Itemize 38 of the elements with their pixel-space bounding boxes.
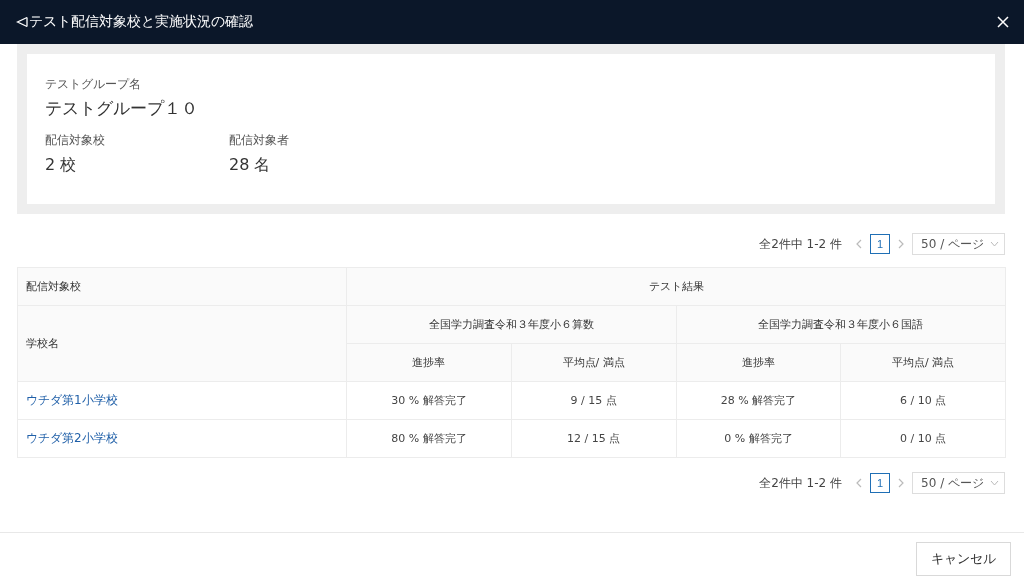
close-button[interactable] xyxy=(996,15,1010,29)
table-cell: 9 / 15 点 xyxy=(511,381,676,420)
field-value: 28 名 xyxy=(229,155,272,176)
column-header: 全国学力調査令和３年度小６国語 xyxy=(676,305,1006,344)
group-name: テストグループ１０ xyxy=(45,97,199,120)
column-header: 進捗率 xyxy=(346,343,512,382)
field-label: 配信対象者 xyxy=(229,132,290,149)
table-cell: 80 % 解答完了 xyxy=(346,419,512,458)
page-size-dropdown[interactable]: 50 / ページ xyxy=(912,472,1005,494)
column-header: 進捗率 xyxy=(676,343,841,382)
column-header: 平均点/ 満点 xyxy=(511,343,676,382)
column-header: 配信対象校 xyxy=(17,267,347,306)
dialog-title: テスト配信対象校と実施状況の確認 xyxy=(29,13,254,31)
field-label: 配信対象校 xyxy=(45,132,106,149)
caret-icon xyxy=(990,480,999,486)
school-link[interactable]: ウチダ第1小学校 xyxy=(26,393,118,407)
table-cell: 28 % 解答完了 xyxy=(676,381,841,420)
back-icon[interactable] xyxy=(16,16,28,28)
field-label: テストグループ名 xyxy=(45,76,142,93)
page-button[interactable]: 1 xyxy=(870,473,891,493)
page-button[interactable]: 1 xyxy=(870,234,891,254)
table-cell: 6 / 10 点 xyxy=(840,381,1006,420)
column-header: 全国学力調査令和３年度小６算数 xyxy=(346,305,676,344)
table-cell: 0 / 10 点 xyxy=(840,419,1006,458)
column-header: 平均点/ 満点 xyxy=(840,343,1006,382)
page-size-dropdown[interactable]: 50 / ページ xyxy=(912,233,1005,255)
field-value: 2 校 xyxy=(45,155,78,176)
column-header: 学校名 xyxy=(17,305,347,382)
school-link[interactable]: ウチダ第2小学校 xyxy=(26,431,118,445)
table-cell: 12 / 15 点 xyxy=(511,419,676,458)
caret-icon xyxy=(990,241,999,247)
pagination-total: 全2件中 1-2 件 xyxy=(759,474,843,492)
column-header: テスト結果 xyxy=(346,267,1006,306)
cancel-button[interactable]: キャンセル xyxy=(916,542,1011,576)
pagination-total: 全2件中 1-2 件 xyxy=(759,235,843,253)
table-cell: 30 % 解答完了 xyxy=(346,381,512,420)
table-cell: 0 % 解答完了 xyxy=(676,419,841,458)
close-icon xyxy=(996,15,1010,29)
